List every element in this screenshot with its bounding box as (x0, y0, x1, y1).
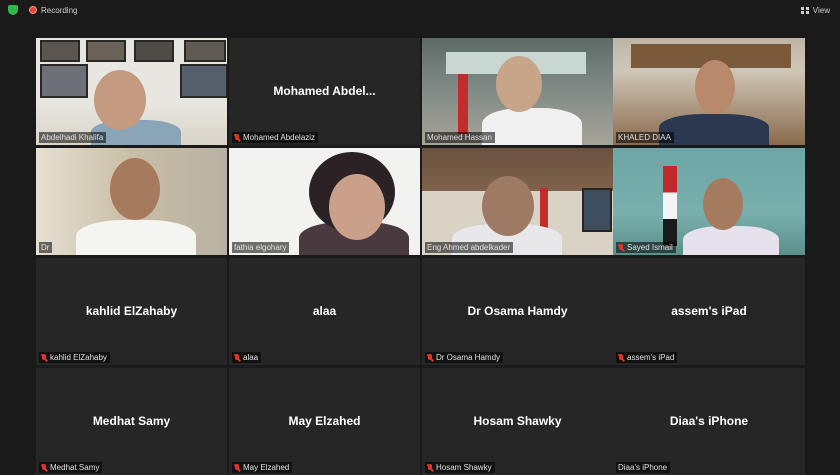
video-tile-active-speaker[interactable]: KHALED DIAA (613, 38, 805, 145)
mic-muted-icon (427, 463, 433, 472)
person-body (683, 226, 779, 255)
video-tile[interactable]: Dr (36, 148, 227, 255)
person-head (703, 178, 743, 230)
person-body (482, 108, 582, 145)
participant-name: Medhat Samy (92, 414, 171, 428)
wall-frame (134, 40, 174, 62)
person-head (110, 158, 160, 220)
participant-label: assem's iPad (616, 352, 678, 363)
person-body (659, 114, 769, 145)
participant-name: alaa (312, 304, 337, 318)
participant-label: Dr Osama Hamdy (425, 352, 504, 363)
participant-label: alaa (232, 352, 262, 363)
meeting-top-bar: Recording View (0, 0, 840, 20)
participant-tile[interactable]: May Elzahed May Elzahed (229, 368, 420, 475)
participant-name: Diaa's iPhone (669, 414, 749, 428)
wall-frame (86, 40, 126, 62)
mic-muted-icon (234, 353, 240, 362)
person-body (76, 220, 196, 255)
participant-label: kahlid ElZahaby (39, 352, 110, 363)
participant-label: KHALED DIAA (616, 132, 674, 143)
mic-muted-icon (234, 133, 240, 142)
participant-name: assem's iPad (671, 304, 747, 318)
wall-frame (184, 40, 226, 62)
wall-frame (180, 64, 227, 98)
participant-tile[interactable]: Mohamed Abdel... Mohamed Abdelaziz (229, 38, 420, 145)
mic-muted-icon (234, 463, 240, 472)
participant-label: Sayed Ismail (616, 242, 676, 253)
participant-label: Mohamed Hassan (425, 132, 495, 143)
wall-frame (40, 40, 80, 62)
participant-name: kahlid ElZahaby (85, 304, 178, 318)
person-head (329, 174, 385, 240)
participant-label: Medhat Samy (39, 462, 103, 473)
participant-name: Dr Osama Hamdy (467, 304, 568, 318)
grid-view-icon (800, 6, 809, 14)
person-head (94, 70, 146, 130)
participant-label: Mohamed Abdelaziz (232, 132, 319, 143)
participant-name: Mohamed Abdel... (273, 84, 376, 98)
view-button[interactable]: View (800, 3, 830, 17)
participant-name: Hosam Shawky (473, 414, 562, 428)
view-label: View (812, 5, 830, 15)
participant-tile[interactable]: Medhat Samy Medhat Samy (36, 368, 227, 475)
mic-muted-icon (618, 353, 624, 362)
participant-tile[interactable]: Dr Osama Hamdy Dr Osama Hamdy (422, 258, 613, 365)
video-tile[interactable]: Sayed Ismail (613, 148, 805, 255)
recording-indicator[interactable]: Recording (29, 3, 77, 17)
mic-muted-icon (41, 353, 47, 362)
flag (458, 74, 468, 134)
participant-tile[interactable]: Hosam Shawky Hosam Shawky (422, 368, 613, 475)
video-tile[interactable]: Abdelhadi Khalifa (36, 38, 227, 145)
flag (663, 166, 677, 246)
participant-label: Diaa's iPhone (616, 462, 671, 473)
participant-label: May Elzahed (232, 462, 293, 473)
participant-label: Hosam Shawky (425, 462, 495, 473)
video-tile[interactable]: fathia elgohary (229, 148, 420, 255)
wall-frame (582, 188, 612, 232)
participant-tile[interactable]: alaa alaa (229, 258, 420, 365)
shield-icon[interactable] (8, 5, 18, 15)
person-head (695, 60, 735, 114)
participant-tile[interactable]: Diaa's iPhone Diaa's iPhone (613, 368, 805, 475)
participant-label: fathia elgohary (232, 242, 290, 253)
record-icon (29, 6, 37, 14)
participant-label: Dr (39, 242, 53, 253)
participant-tile[interactable]: kahlid ElZahaby kahlid ElZahaby (36, 258, 227, 365)
wall-frame (40, 64, 88, 98)
participant-label: Eng Ahmed abdelkader (425, 242, 514, 253)
person-head (496, 56, 542, 112)
mic-muted-icon (427, 353, 433, 362)
participant-label: Abdelhadi Khalifa (39, 132, 107, 143)
participant-name: May Elzahed (288, 414, 361, 428)
mic-muted-icon (41, 463, 47, 472)
video-tile[interactable]: Mohamed Hassan (422, 38, 613, 145)
video-tile[interactable]: Eng Ahmed abdelkader (422, 148, 613, 255)
mic-muted-icon (618, 243, 624, 252)
participant-tile[interactable]: assem's iPad assem's iPad (613, 258, 805, 365)
person-head (482, 176, 534, 236)
recording-label: Recording (41, 5, 78, 15)
